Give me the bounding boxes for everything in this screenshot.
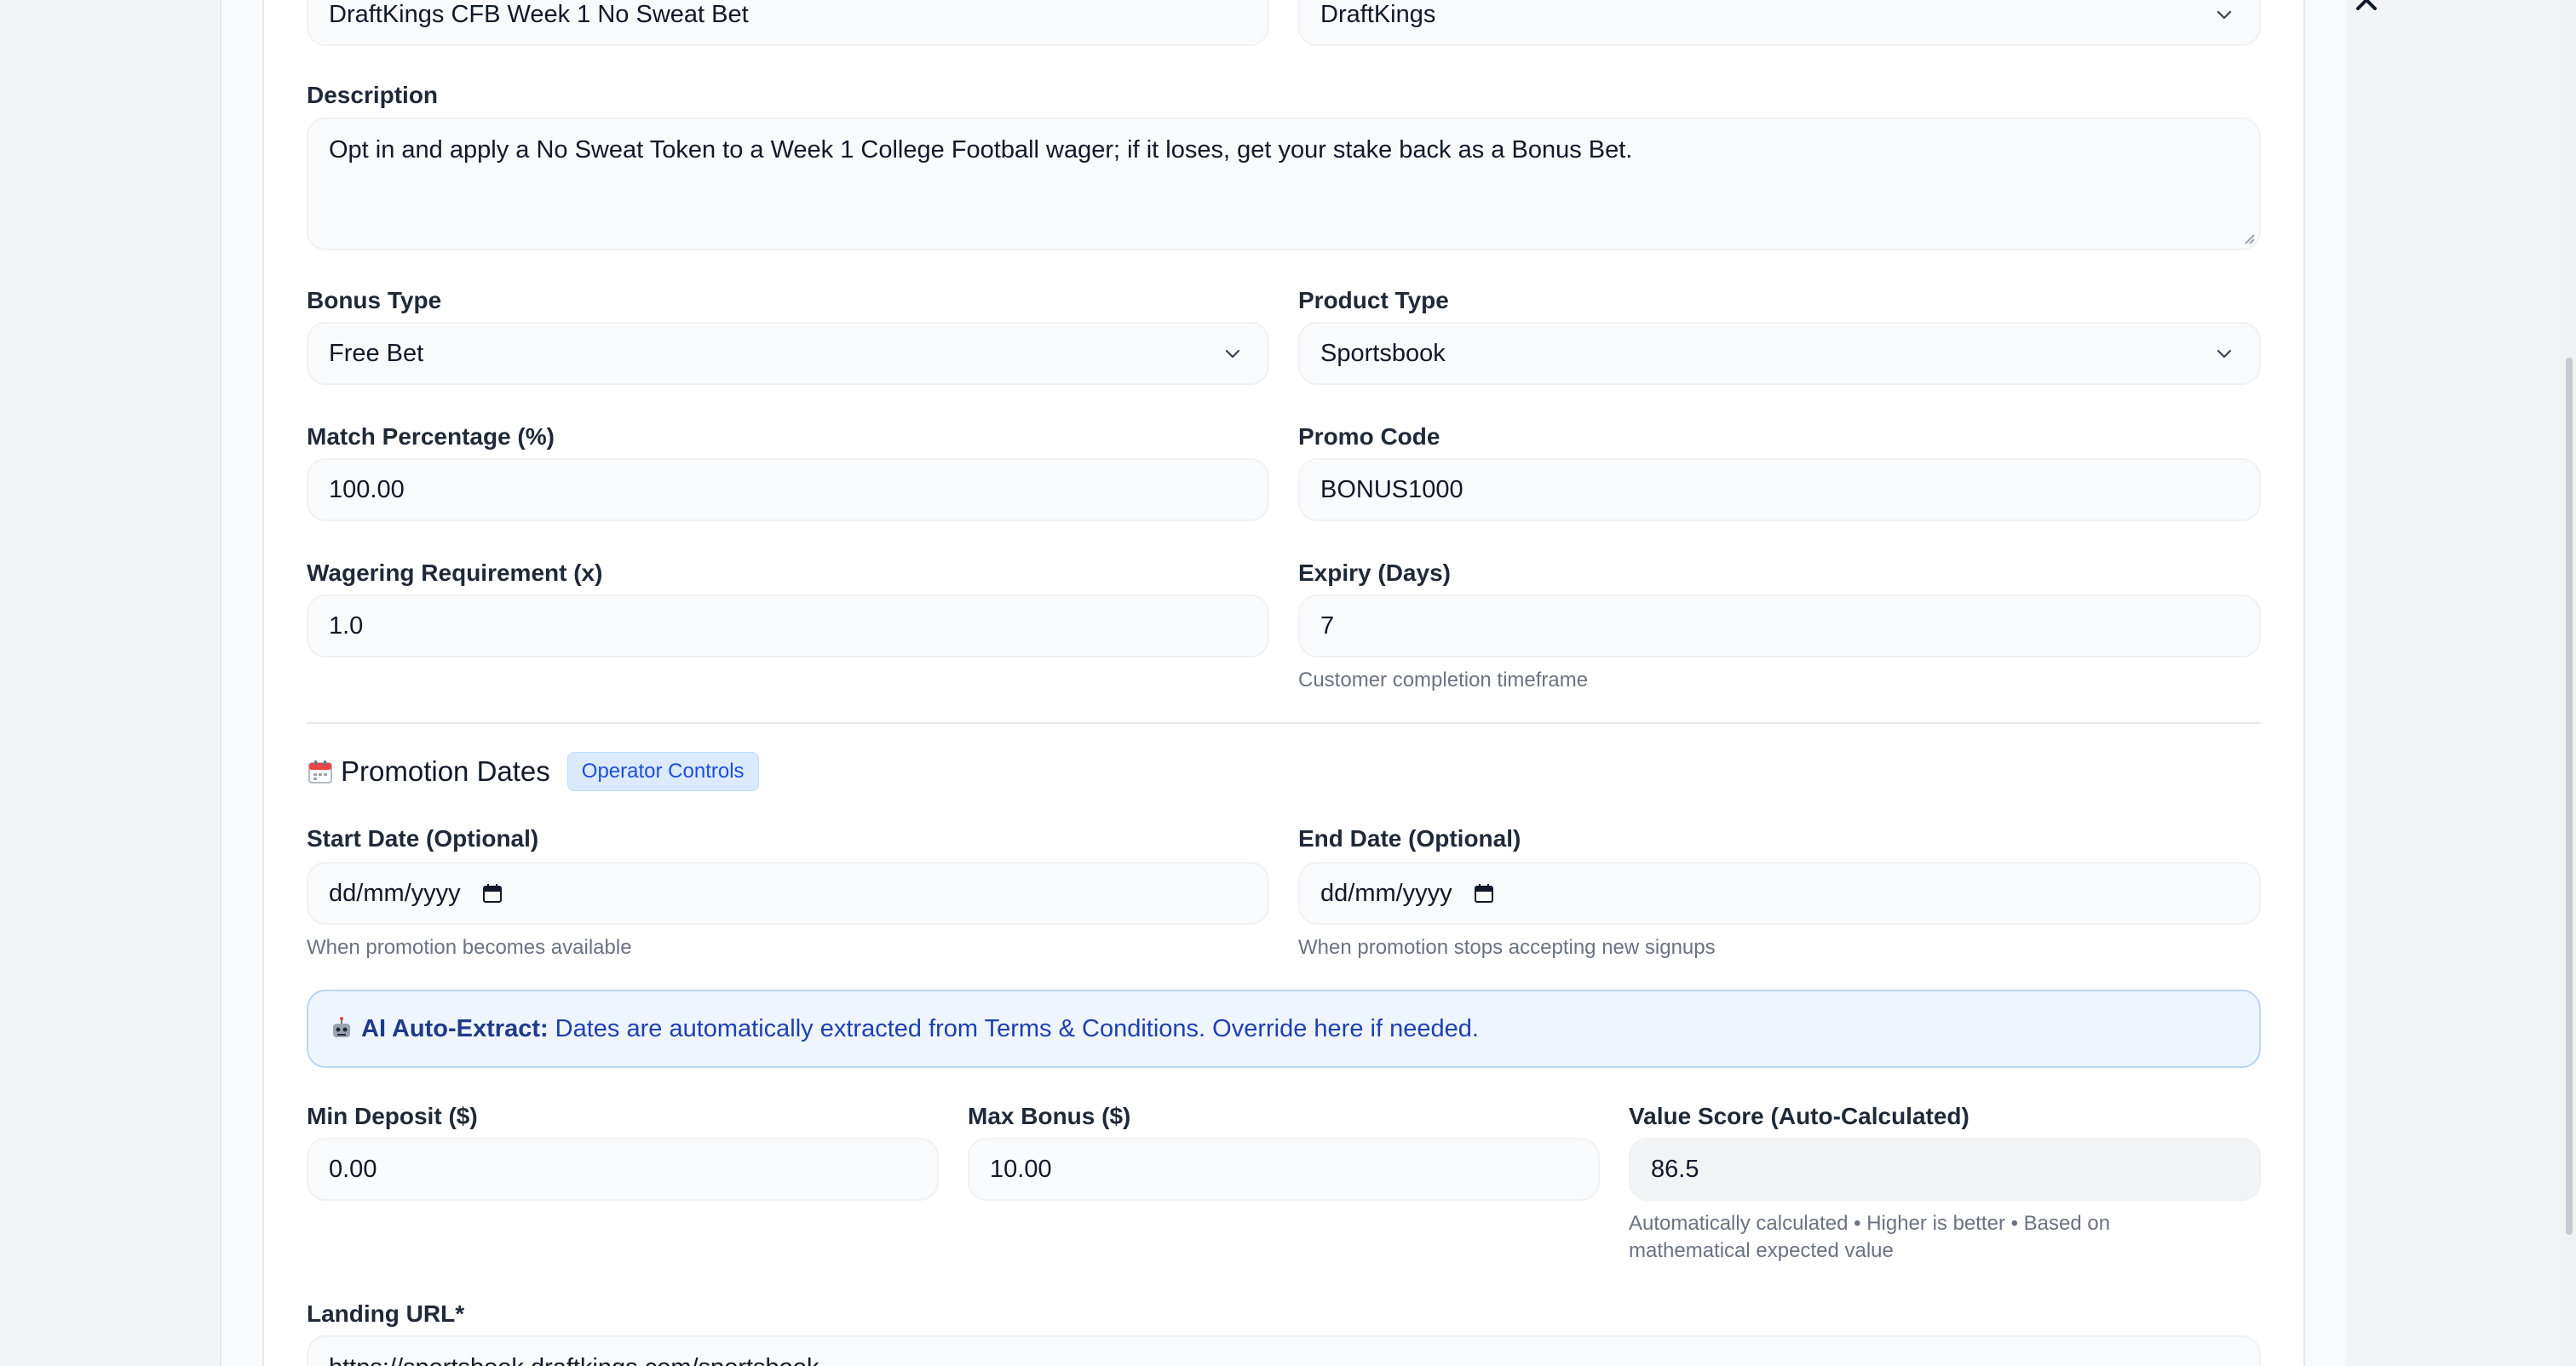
promotion-name-value: DraftKings CFB Week 1 No Sweat Bet: [329, 0, 749, 28]
expiry-days-hint: Customer completion timeframe: [1298, 669, 1589, 692]
section-divider: [307, 722, 2261, 724]
landing-url-input[interactable]: https://sportsbook.draftkings.com/sports…: [307, 1335, 2261, 1366]
expiry-days-input[interactable]: 7: [1298, 594, 2261, 657]
product-type-value: Sportsbook: [1320, 339, 1446, 367]
chevron-down-icon: [2210, 0, 2239, 29]
wagering-requirement-input[interactable]: 1.0: [307, 594, 1269, 657]
min-deposit-label: Min Deposit ($): [307, 1103, 478, 1129]
match-percentage-input[interactable]: 100.00: [307, 458, 1269, 521]
value-score-label: Value Score (Auto-Calculated): [1629, 1103, 1969, 1129]
product-type-label: Product Type: [1298, 287, 1449, 313]
chevron-down-icon: [2210, 339, 2239, 368]
end-date-label: End Date (Optional): [1298, 825, 1521, 852]
resize-handle-icon[interactable]: [2240, 230, 2256, 245]
form-content: DraftKings CFB Week 1 No Sweat Bet Draft…: [307, 0, 2261, 1366]
bonus-type-value: Free Bet: [329, 339, 424, 367]
operator-select-value: DraftKings: [1320, 0, 1436, 28]
match-percentage-label: Match Percentage (%): [307, 423, 555, 450]
page-background-right: [2346, 0, 2576, 1366]
promotion-dates-header: Promotion Dates Operator Controls: [307, 752, 759, 791]
bonus-type-select[interactable]: Free Bet: [307, 322, 1269, 385]
start-date-placeholder: dd/mm/yyyy: [329, 879, 461, 907]
max-bonus-label: Max Bonus ($): [968, 1103, 1131, 1129]
promotion-name-input[interactable]: DraftKings CFB Week 1 No Sweat Bet: [307, 0, 1269, 46]
robot-icon: [333, 1017, 350, 1037]
description-textarea[interactable]: Opt in and apply a No Sweat Token to a W…: [307, 118, 2261, 250]
start-date-label: Start Date (Optional): [307, 825, 539, 852]
description-value: Opt in and apply a No Sweat Token to a W…: [329, 136, 1633, 164]
calendar-icon: [308, 760, 332, 783]
value-score-hint-line-2: mathematical expected value: [1629, 1239, 1894, 1262]
value-score-value: 86.5: [1651, 1155, 1699, 1183]
min-deposit-input[interactable]: 0.00: [307, 1138, 939, 1201]
landing-url-label: Landing URL*: [307, 1300, 465, 1327]
promo-code-input[interactable]: BONUS1000: [1298, 458, 2261, 521]
wagering-requirement-value: 1.0: [329, 611, 364, 640]
value-score-output: 86.5: [1629, 1138, 2261, 1201]
promo-code-value: BONUS1000: [1320, 475, 1463, 503]
date-picker-icon[interactable]: [481, 882, 503, 904]
close-icon[interactable]: [2351, 0, 2382, 15]
ai-auto-extract-banner: AI Auto-Extract: Dates are automatically…: [307, 990, 2261, 1068]
close-icon-glyph: [2356, 0, 2377, 10]
operator-controls-badge: Operator Controls: [566, 752, 759, 791]
expiry-days-label: Expiry (Days): [1298, 560, 1451, 586]
date-picker-icon[interactable]: [1473, 882, 1495, 904]
product-type-select[interactable]: Sportsbook: [1298, 322, 2261, 385]
start-date-input[interactable]: dd/mm/yyyy: [307, 862, 1269, 925]
max-bonus-value: 10.00: [990, 1155, 1052, 1183]
landing-url-value: https://sportsbook.draftkings.com/sports…: [329, 1354, 2239, 1366]
end-date-input[interactable]: dd/mm/yyyy: [1298, 862, 2261, 925]
chevron-down-icon: [1218, 339, 1247, 368]
ai-auto-extract-text: Dates are automatically extracted from T…: [555, 1014, 1479, 1042]
match-percentage-value: 100.00: [329, 475, 405, 503]
promotion-dates-title: Promotion Dates: [341, 755, 550, 787]
wagering-requirement-label: Wagering Requirement (x): [307, 560, 603, 586]
min-deposit-value: 0.00: [329, 1155, 377, 1183]
description-label: Description: [307, 82, 439, 108]
promo-code-label: Promo Code: [1298, 423, 1440, 450]
end-date-hint: When promotion stops accepting new signu…: [1298, 936, 1716, 959]
value-score-hint-line-1: Automatically calculated • Higher is bet…: [1629, 1212, 2111, 1235]
bonus-type-label: Bonus Type: [307, 287, 442, 313]
ai-auto-extract-title: AI Auto-Extract:: [361, 1014, 549, 1042]
scrollbar-thumb[interactable]: [2566, 358, 2573, 1235]
operator-select[interactable]: DraftKings: [1298, 0, 2261, 46]
expiry-days-value: 7: [1320, 611, 1335, 640]
end-date-placeholder: dd/mm/yyyy: [1320, 879, 1452, 907]
promotion-form-panel: DraftKings CFB Week 1 No Sweat Bet Draft…: [262, 0, 2305, 1366]
page-background-left: [0, 0, 220, 1366]
max-bonus-input[interactable]: 10.00: [968, 1138, 1600, 1201]
start-date-hint: When promotion becomes available: [307, 936, 632, 959]
